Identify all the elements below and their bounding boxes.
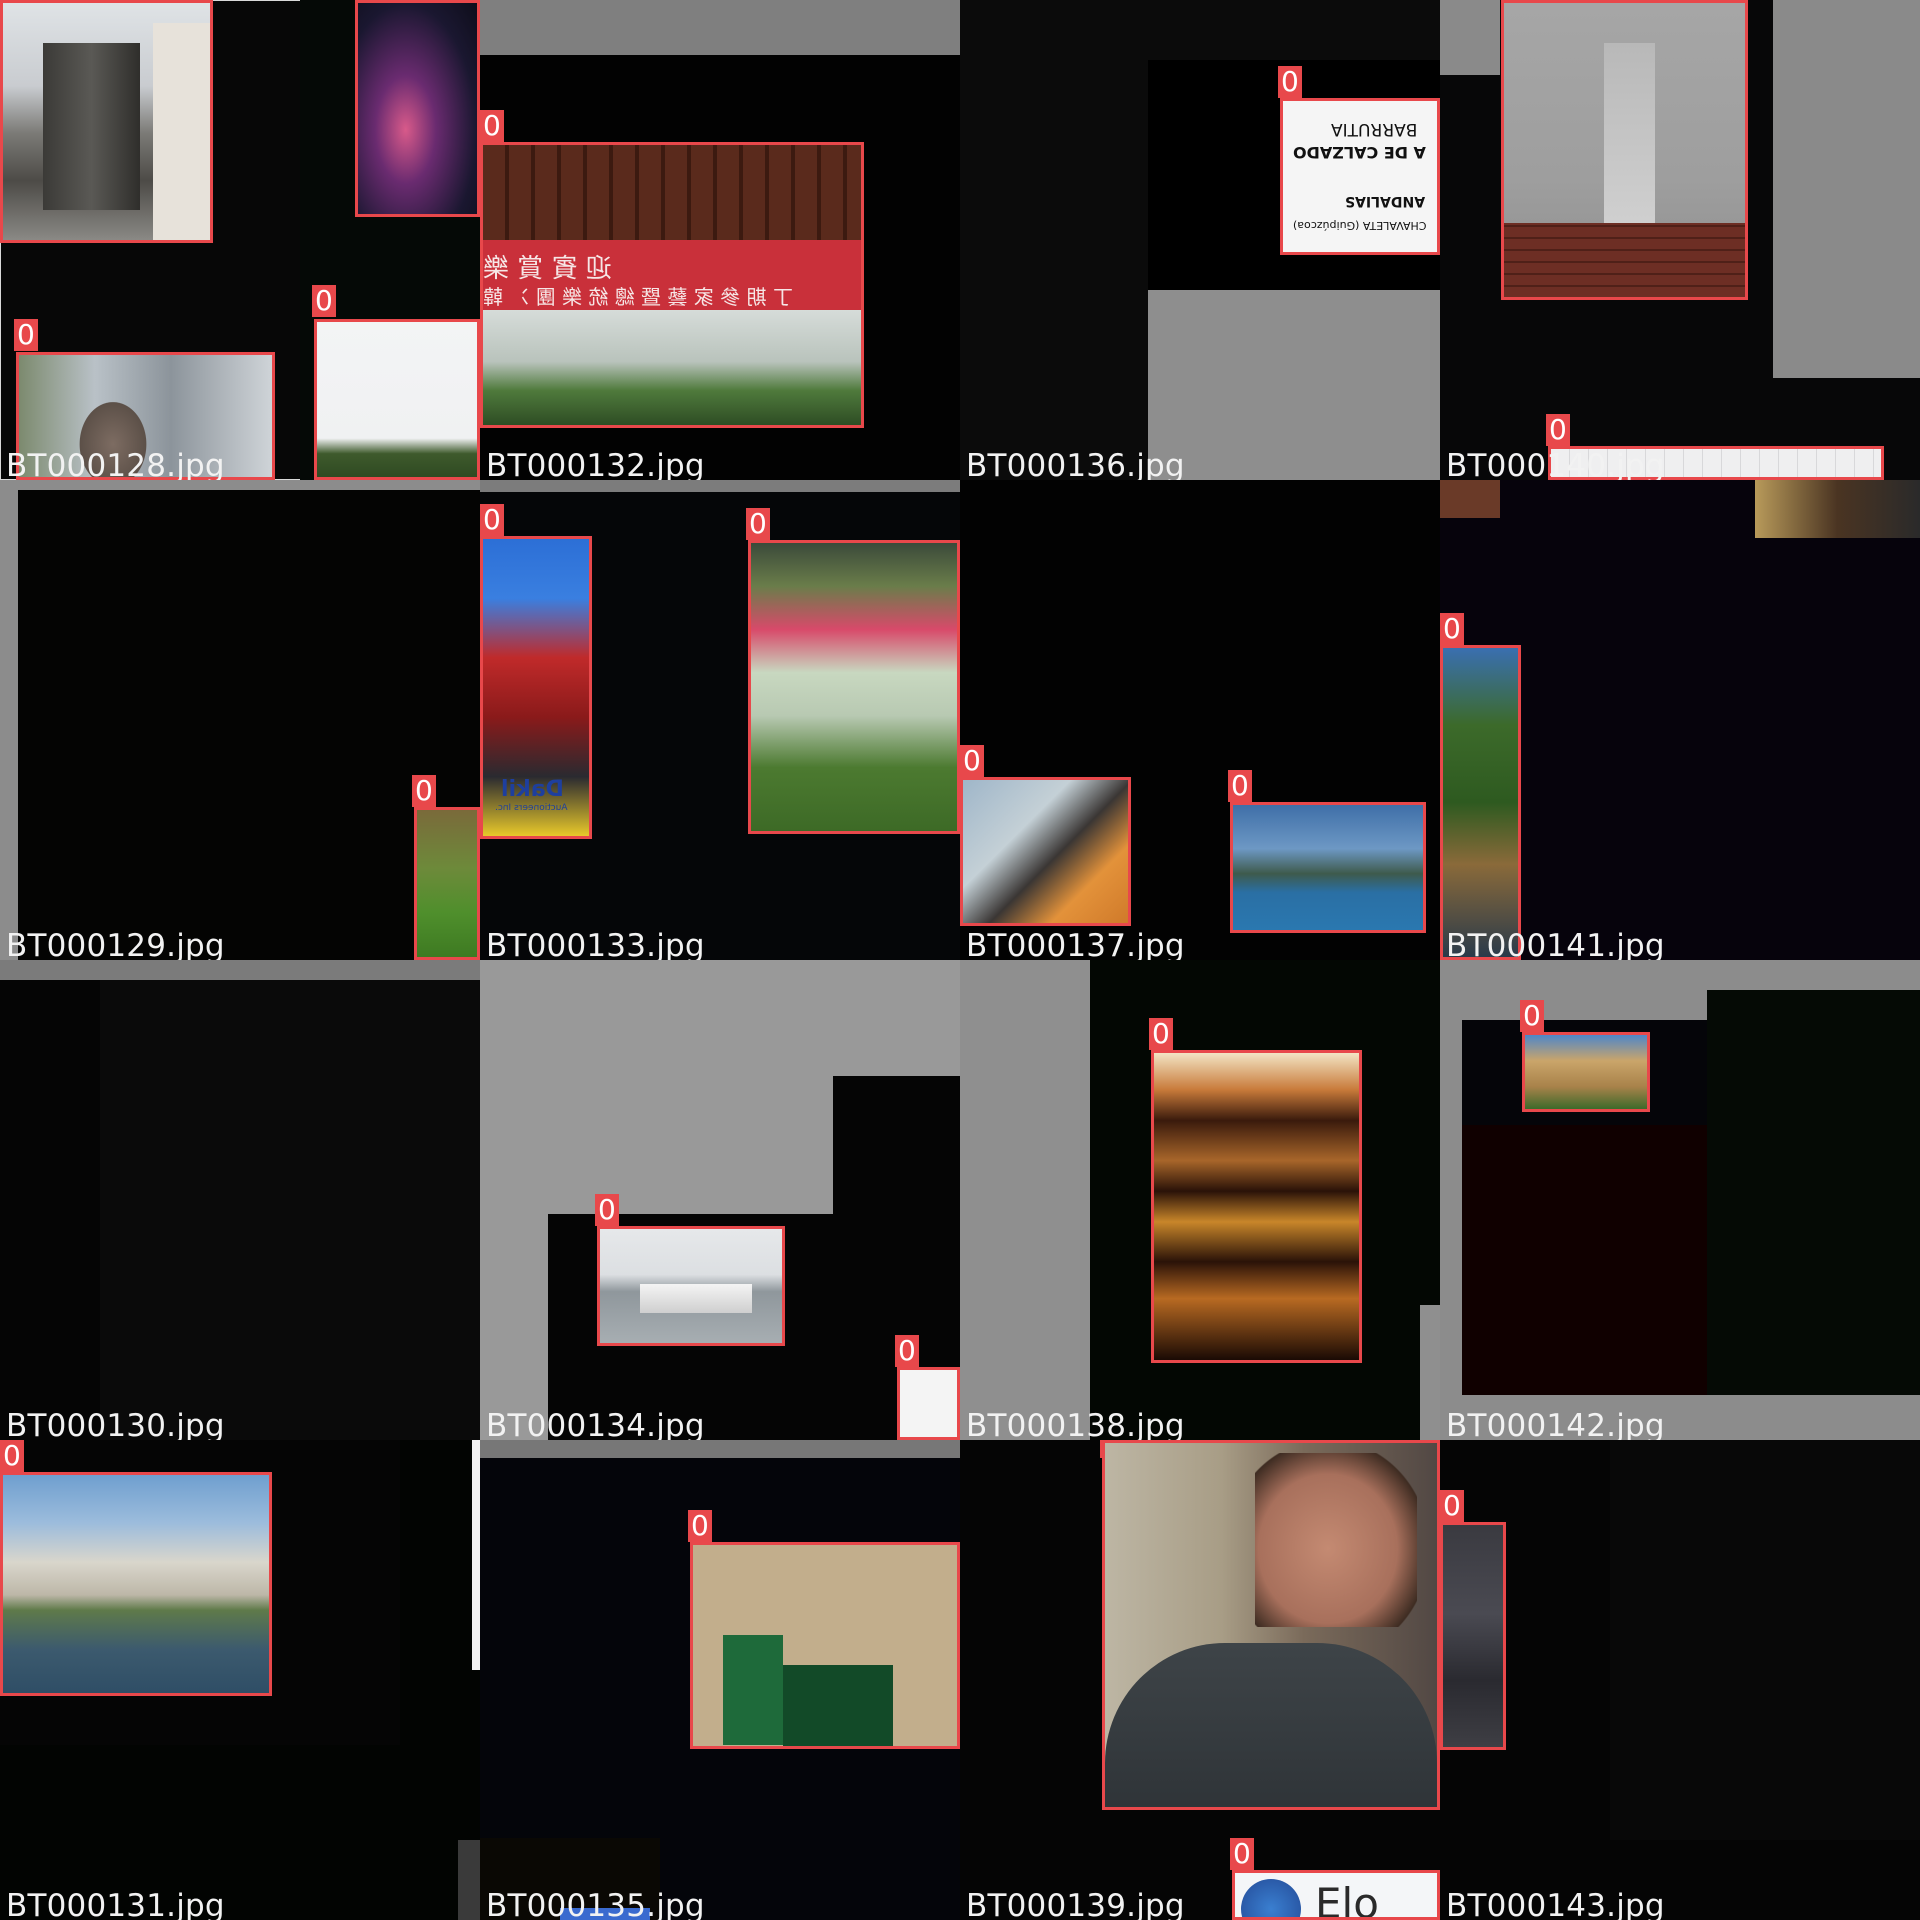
tile-bt000138: 0 BT000138.jpg (960, 960, 1440, 1440)
tile-bt000141: 0 BT000141.jpg (1440, 480, 1920, 960)
detection-box-building (1522, 1032, 1650, 1112)
detection-label: 0 (960, 745, 984, 777)
detection-label: 0 (1546, 414, 1570, 446)
tile-filename: BT000138.jpg (966, 1408, 1185, 1440)
tile-bt000128: 0 0 BT000128.jpg (0, 0, 480, 480)
tile-filename: BT000128.jpg (6, 448, 225, 480)
tile-bt000140: 0 BT000140.jpg (1440, 0, 1920, 480)
detection-box-truck: Dakil Auctioneers Inc. (480, 536, 592, 839)
detection-label: 0 (1520, 1000, 1544, 1032)
detection-box-person (1102, 1440, 1440, 1810)
detection-label: 0 (1230, 1838, 1254, 1870)
detection-label: 0 (1228, 770, 1252, 802)
sign-line-2: A DE CALZADO (1293, 143, 1426, 162)
tile-bt000135: 0 BT000135.jpg (480, 1440, 960, 1920)
detection-box-neon (355, 0, 480, 217)
tile-bt000129: 0 BT000129.jpg (0, 480, 480, 960)
detection-label: 0 (14, 319, 38, 351)
sign-line-1: BARRUTIA (1331, 119, 1418, 139)
detection-box-classic-car (748, 540, 960, 834)
tile-filename: BT000132.jpg (486, 448, 705, 480)
detection-box-lake (1230, 802, 1426, 933)
detection-label: 0 (412, 775, 436, 807)
detection-label: 0 (0, 1440, 24, 1472)
detection-label: 0 (688, 1510, 712, 1542)
tile-filename: BT000137.jpg (966, 928, 1185, 960)
mosaic-grid: 0 0 BT000128.jpg 0 迎 賓 賞 樂 丁 期 參 家 藝 暨 總… (0, 0, 1920, 1920)
tile-bt000131: 0 BT000131.jpg (0, 1440, 480, 1920)
detection-box-snow (314, 319, 480, 480)
detection-label: 0 (1149, 1018, 1173, 1050)
sign-line-4: CHAVALETA (Guipúzcoa) (1293, 219, 1427, 232)
tile-bt000143: 0 BT000143.jpg (1440, 1440, 1920, 1920)
tile-bt000130: BT000130.jpg (0, 960, 480, 1440)
logo-text: Elo (1315, 1879, 1379, 1920)
detection-label: 0 (595, 1194, 619, 1226)
banner-text-bottom: 丁 期 參 家 藝 暨 總 統 樂 團 冫 韓 (483, 285, 793, 309)
tile-filename: BT000142.jpg (1446, 1408, 1665, 1440)
detection-box-alley (0, 0, 213, 243)
detection-box-boat (597, 1226, 785, 1346)
tile-filename: BT000133.jpg (486, 928, 705, 960)
detection-box-trees (1440, 645, 1521, 960)
tile-bt000133: 0 Dakil Auctioneers Inc. 0 BT000133.jpg (480, 480, 960, 960)
detection-label: 0 (1278, 66, 1302, 98)
detection-label: 0 (1440, 613, 1464, 645)
detection-label: 0 (746, 508, 770, 540)
detection-box-memorial (0, 1472, 272, 1696)
detection-box-theater (1151, 1050, 1362, 1363)
detection-box-sign: BARRUTIA A DE CALZADO ANDALIAS CHAVALETA… (1280, 98, 1440, 255)
truck-logo-subtext: Auctioneers Inc. (495, 803, 568, 813)
detection-box-documents (960, 777, 1131, 926)
tile-bt000132: 0 迎 賓 賞 樂 丁 期 參 家 藝 暨 總 統 樂 團 冫 韓 BT0001… (480, 0, 960, 480)
detection-box-steeple (1501, 0, 1748, 300)
tile-filename: BT000141.jpg (1446, 928, 1665, 960)
detection-box-facade (690, 1542, 960, 1749)
detection-label: 0 (1440, 1490, 1464, 1522)
truck-logo-text: Dakil (501, 777, 564, 802)
detection-box-logo: Elo (1232, 1870, 1440, 1920)
tile-filename: BT000134.jpg (486, 1408, 705, 1440)
tile-bt000139: 0 0 Elo BT000139.jpg (960, 1440, 1440, 1920)
tile-filename: BT000135.jpg (486, 1888, 705, 1920)
detection-box-banner: 迎 賓 賞 樂 丁 期 參 家 藝 暨 總 統 樂 團 冫 韓 (480, 142, 864, 428)
tile-filename: BT000140.jpg (1446, 448, 1665, 480)
detection-label: 0 (895, 1335, 919, 1367)
tile-bt000142: 0 BT000142.jpg (1440, 960, 1920, 1440)
tile-filename: BT000136.jpg (966, 448, 1185, 480)
detection-label: 0 (480, 110, 504, 142)
detection-box-palm (1440, 1522, 1506, 1750)
tile-filename: BT000131.jpg (6, 1888, 225, 1920)
tile-filename: BT000130.jpg (6, 1408, 225, 1440)
detection-box-garden (414, 807, 480, 960)
banner-text-top: 迎 賓 賞 樂 (483, 254, 612, 284)
tile-bt000136: 0 BARRUTIA A DE CALZADO ANDALIAS CHAVALE… (960, 0, 1440, 480)
tile-filename: BT000129.jpg (6, 928, 225, 960)
tile-bt000137: 0 0 BT000137.jpg (960, 480, 1440, 960)
tile-filename: BT000143.jpg (1446, 1888, 1665, 1920)
detection-box-corner (897, 1367, 960, 1440)
tile-filename: BT000139.jpg (966, 1888, 1185, 1920)
tile-bt000134: 0 0 BT000134.jpg (480, 960, 960, 1440)
detection-label: 0 (480, 504, 504, 536)
detection-label: 0 (312, 285, 336, 317)
sign-line-3: ANDALIAS (1345, 193, 1426, 209)
